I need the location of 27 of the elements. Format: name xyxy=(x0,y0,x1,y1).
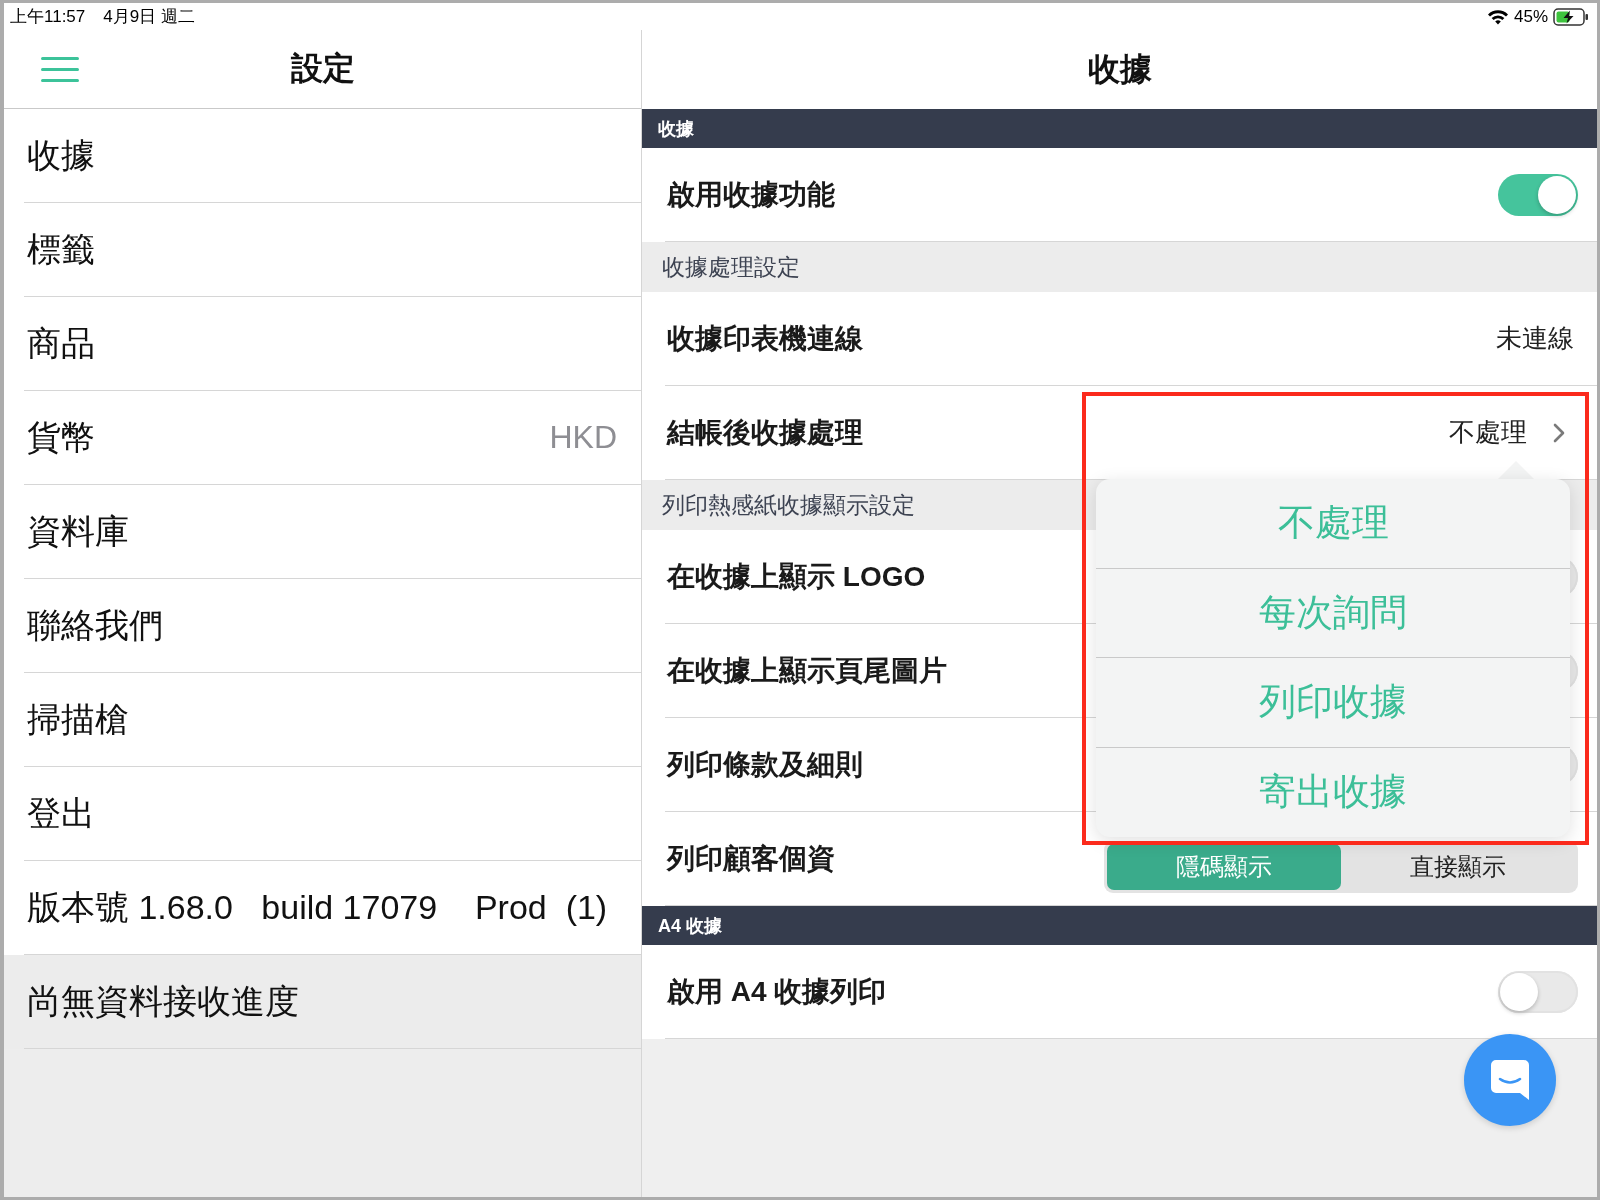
status-date: 4月9日 週二 xyxy=(103,6,195,27)
chat-button[interactable] xyxy=(1464,1034,1556,1126)
setting-label: 結帳後收據處理 xyxy=(667,415,863,450)
nav-title: 收據 xyxy=(1087,49,1152,89)
toggle-switch[interactable] xyxy=(1498,970,1578,1013)
setting-value: 未連線 xyxy=(1496,322,1574,355)
toggle-switch[interactable] xyxy=(1498,173,1578,216)
setting-label: 收據印表機連線 xyxy=(667,321,863,356)
value-selector[interactable]: 不處理 xyxy=(1449,415,1565,450)
battery-percent: 45% xyxy=(1513,6,1548,27)
wifi-icon xyxy=(1486,8,1509,25)
battery-charging-icon xyxy=(1553,7,1589,26)
section-header: A4 收據 xyxy=(642,906,1597,945)
chevron-icon xyxy=(1553,422,1565,443)
setting-label: 列印條款及細則 xyxy=(667,747,863,782)
status-time: 上午11:57 xyxy=(10,6,86,27)
setting-label: 在收據上顯示 LOGO xyxy=(667,559,926,594)
segment-option[interactable]: 直接顯示 xyxy=(1341,844,1575,890)
menu-icon[interactable] xyxy=(41,56,79,82)
setting-label: 列印顧客個資 xyxy=(667,841,835,876)
setting-label: 在收據上顯示頁尾圖片 xyxy=(667,653,947,688)
section-header: 收據 xyxy=(642,109,1597,148)
setting-label: 啟用 A4 收據列印 xyxy=(667,974,887,1009)
nav-title: 設定 xyxy=(290,49,355,88)
chat-bubble-icon xyxy=(1491,1060,1529,1100)
item-value: HKD xyxy=(549,419,617,456)
setting-label: 啟用收據功能 xyxy=(667,177,835,212)
